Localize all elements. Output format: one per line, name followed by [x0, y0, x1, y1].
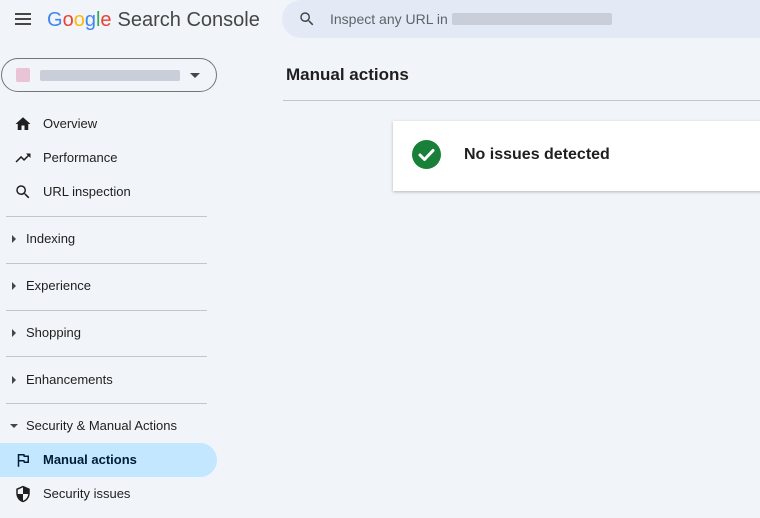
- sidebar-item-label: Overview: [43, 116, 98, 131]
- sidebar-item-label: Security issues: [43, 486, 131, 501]
- checkmark-icon: [418, 149, 435, 161]
- sidebar-section-label: Enhancements: [26, 372, 113, 387]
- sidebar-section-experience[interactable]: Experience: [0, 271, 217, 301]
- sidebar-section-enhancements[interactable]: Enhancements: [0, 365, 217, 395]
- logo-letter: g: [84, 9, 96, 31]
- sidebar-item-performance[interactable]: Performance: [0, 141, 217, 175]
- sidebar-item-overview[interactable]: Overview: [0, 107, 217, 141]
- page-title: Manual actions: [286, 65, 409, 84]
- sidebar-section-indexing[interactable]: Indexing: [0, 224, 217, 254]
- caret-right-icon: [12, 235, 16, 243]
- caret-right-icon: [12, 329, 16, 337]
- sidebar-item-label: Manual actions: [43, 452, 137, 467]
- product-name: Search Console: [117, 9, 260, 31]
- trending-up-icon: [15, 153, 31, 163]
- caret-right-icon: [12, 376, 16, 384]
- sidebar-divider: [6, 216, 207, 217]
- status-message: No issues detected: [464, 146, 610, 163]
- search-icon: [16, 185, 30, 199]
- sidebar-divider: [6, 356, 207, 357]
- url-inspection-search[interactable]: [282, 0, 760, 38]
- logo-letter: G: [47, 9, 63, 31]
- sidebar-item-manual-actions[interactable]: Manual actions: [0, 443, 217, 477]
- search-input[interactable]: [330, 9, 450, 29]
- sidebar-item-security-issues[interactable]: Security issues: [0, 477, 217, 511]
- check-circle-icon: [412, 140, 441, 169]
- sidebar-section-label: Indexing: [26, 231, 76, 246]
- shield-icon: [16, 485, 30, 503]
- sidebar-section-security-manual-actions[interactable]: Security & Manual Actions: [0, 411, 217, 441]
- sidebar-divider: [6, 263, 207, 264]
- sidebar-item-url-inspection[interactable]: URL inspection: [0, 175, 217, 209]
- hamburger-menu-icon[interactable]: [12, 9, 34, 31]
- chevron-down-icon: [190, 73, 200, 78]
- product-logo[interactable]: Google Search Console: [47, 8, 260, 32]
- redacted-property-name: [40, 70, 180, 81]
- logo-letter: o: [73, 9, 85, 31]
- search-console-app: GoogleSearch Console Overview Performanc…: [0, 0, 760, 518]
- caret-down-icon: [10, 424, 18, 428]
- top-bar: Google Search Console: [0, 0, 760, 40]
- sidebar-item-label: Performance: [43, 150, 118, 165]
- property-favicon: [16, 68, 30, 82]
- sidebar-section-label: Experience: [26, 278, 92, 293]
- home-icon: [15, 117, 31, 130]
- search-icon: [300, 12, 314, 26]
- title-divider: [283, 100, 760, 101]
- sidebar-section-label: Shopping: [26, 325, 81, 340]
- sidebar-divider: [6, 403, 207, 404]
- sidebar-section-shopping[interactable]: Shopping: [0, 318, 217, 348]
- flag-icon: [17, 454, 29, 467]
- logo-letter: e: [100, 9, 112, 31]
- redacted-property-url: [452, 13, 612, 25]
- caret-right-icon: [12, 282, 16, 290]
- status-card: No issues detected: [393, 121, 760, 191]
- logo-letter: o: [62, 9, 74, 31]
- sidebar-divider: [6, 310, 207, 311]
- property-selector[interactable]: [1, 58, 217, 92]
- sidebar-item-label: URL inspection: [43, 184, 131, 199]
- sidebar-section-label: Security & Manual Actions: [26, 418, 178, 433]
